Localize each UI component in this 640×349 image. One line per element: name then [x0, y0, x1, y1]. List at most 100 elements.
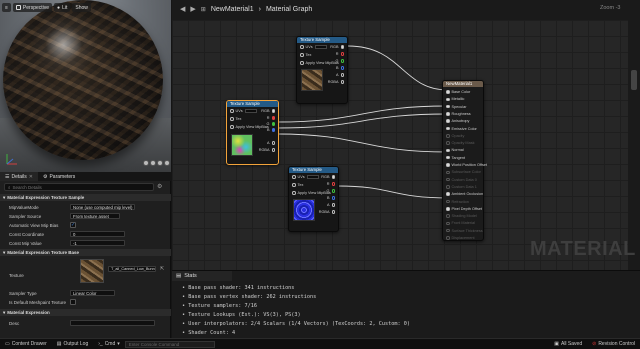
result-pin[interactable]: Subsurface Color	[446, 170, 481, 174]
result-pin[interactable]: Custom Data 0	[446, 178, 477, 182]
scroll-thumb[interactable]	[631, 70, 637, 90]
pin-rgb[interactable]: RGB	[330, 45, 344, 49]
sampler-type-dropdown[interactable]: Linear Color	[70, 290, 115, 296]
result-pin[interactable]: Roughness	[446, 112, 471, 116]
uv-input[interactable]	[244, 109, 257, 113]
pin-tex[interactable]: Tex	[292, 183, 303, 187]
pin-r[interactable]: R	[327, 182, 335, 186]
pin-b[interactable]: B	[267, 128, 275, 132]
pin-apply-mip[interactable]: Apply View MipBias	[230, 125, 269, 129]
pin-rgba[interactable]: RGBA	[319, 210, 335, 214]
section-material-expression[interactable]: ▾ Material Expression	[0, 309, 171, 316]
result-pin[interactable]: Opacity	[446, 134, 464, 138]
result-pin[interactable]: Custom Data 1	[446, 185, 477, 189]
material-result-node[interactable]: NewMaterial1 Base Color Metallic Specular R…	[442, 80, 487, 241]
material-preview-viewport[interactable]: ≡ Perspective ● Lit Show	[0, 0, 171, 172]
browse-icon[interactable]: ⇱	[160, 266, 164, 272]
plane-shape-button[interactable]	[157, 160, 163, 166]
pin-dot	[230, 117, 234, 121]
default-meshpaint-checkbox[interactable]	[70, 299, 76, 305]
const-mip-value-input[interactable]: -1	[70, 240, 125, 246]
pin-label: RGB	[330, 45, 339, 49]
pin-b[interactable]: B	[327, 196, 335, 200]
pin-rgba[interactable]: RGBA	[259, 148, 275, 152]
sampler-source-dropdown[interactable]: From texture asset	[70, 213, 120, 219]
viewport-menu-button[interactable]: ≡	[2, 3, 11, 12]
lit-button[interactable]: ● Lit	[54, 3, 71, 12]
pin-g[interactable]: G	[327, 189, 335, 193]
pin-rgba[interactable]: RGBA	[328, 80, 344, 84]
back-arrow-icon[interactable]: ◀	[180, 5, 185, 13]
content-drawer-button[interactable]: ▭ Content Drawer	[0, 339, 52, 349]
result-pin[interactable]: Front Material	[446, 221, 475, 225]
section-texture-base[interactable]: ▾ Material Expression Texture Base	[0, 249, 171, 256]
pin-tex[interactable]: Tex	[230, 117, 241, 121]
texture-sample-node-top[interactable]: Texture Sample UVs Tex Apply View MipBia…	[296, 36, 348, 104]
result-pin[interactable]: Specular	[446, 105, 467, 109]
result-pin[interactable]: Refraction	[446, 200, 469, 204]
pin-rgb[interactable]: RGB	[321, 175, 335, 179]
texture-asset-picker[interactable]: T_all_Canned_Low_Bunnes_D	[108, 266, 156, 272]
tab-details[interactable]: ☰ Details ✕	[0, 172, 38, 181]
pin-uvs[interactable]: UVs	[292, 175, 319, 179]
pin-g[interactable]: G	[336, 59, 344, 63]
pin-tex[interactable]: Tex	[300, 53, 311, 57]
output-log-button[interactable]: ▤ Output Log	[52, 339, 93, 349]
result-pin[interactable]: Normal	[446, 148, 464, 152]
material-graph-canvas[interactable]: Texture Sample UVs Tex Apply View MipBia…	[172, 20, 628, 270]
pin-r[interactable]: R	[267, 116, 275, 120]
close-icon[interactable]: ✕	[29, 174, 33, 180]
details-search-input[interactable]: ⌕ Search Details	[4, 183, 154, 191]
texture-sample-node-bottom[interactable]: Texture Sample UVs Tex Apply View MipBia…	[288, 166, 339, 232]
settings-gear-icon[interactable]: ⚙	[157, 183, 162, 190]
result-pin[interactable]: Opacity Mask	[446, 141, 475, 145]
revision-control-button[interactable]: ⊘ Revision Control	[587, 339, 640, 349]
texture-sample-node-selected[interactable]: Texture Sample UVs Tex Apply View MipBia…	[226, 100, 279, 165]
forward-arrow-icon[interactable]: ▶	[190, 5, 195, 13]
breadcrumb-root[interactable]: NewMaterial1	[211, 6, 254, 13]
pin-r[interactable]: R	[336, 52, 344, 56]
result-pin[interactable]: World Position Offset	[446, 163, 487, 167]
pin-uvs[interactable]: UVs	[300, 45, 327, 49]
pin-a[interactable]: A	[267, 141, 275, 145]
texture-thumbnail[interactable]	[80, 259, 104, 283]
mipvaluemode-dropdown[interactable]: None (use computed mip level)	[70, 204, 135, 210]
result-pin[interactable]: Shading Model	[446, 214, 477, 218]
result-pin[interactable]: Base Color	[446, 90, 470, 94]
result-pin[interactable]: Metallic	[446, 97, 464, 101]
pin-a[interactable]: A	[327, 203, 335, 207]
perspective-button[interactable]: Perspective	[12, 3, 53, 12]
pin-rgb[interactable]: RGB	[261, 109, 275, 113]
sphere-shape-button[interactable]	[150, 160, 156, 166]
pin-g[interactable]: G	[267, 122, 275, 126]
desc-input[interactable]	[70, 320, 155, 326]
graph-vertical-scrollbar[interactable]	[628, 20, 640, 270]
cube-shape-button[interactable]	[164, 160, 170, 166]
all-saved-button[interactable]: ▣ All Saved	[549, 339, 587, 349]
uv-input[interactable]	[314, 45, 327, 49]
result-pin[interactable]: Displacement	[446, 236, 475, 240]
result-pin[interactable]: Surface Thickness	[446, 229, 483, 233]
pin-apply-mip[interactable]: Apply View MipBias	[292, 191, 331, 195]
const-coordinate-input[interactable]: 0	[70, 231, 125, 237]
result-pin[interactable]: Pixel Depth Offset	[446, 207, 482, 211]
pin-uvs[interactable]: UVs	[230, 109, 257, 113]
tab-parameters[interactable]: ⚙ Parameters	[38, 172, 80, 181]
pin-b[interactable]: B	[336, 66, 344, 70]
result-pin[interactable]: Ambient Occlusion	[446, 192, 483, 196]
pin-a[interactable]: A	[336, 73, 344, 77]
graph-watermark: MATERIAL	[530, 238, 636, 260]
breadcrumb-leaf[interactable]: Material Graph	[266, 6, 312, 13]
tab-stats[interactable]: ▤ Stats	[172, 271, 232, 281]
section-texture-sample[interactable]: ▾ Material Expression Texture Sample	[0, 194, 171, 201]
uv-input[interactable]	[306, 175, 319, 179]
result-pin[interactable]: Emissive Color	[446, 127, 477, 131]
view-mip-bias-checkbox[interactable]: ✓	[70, 222, 76, 228]
console-command-input[interactable]: Enter Console Command	[124, 340, 215, 348]
pin-apply-mip[interactable]: Apply View MipBias	[300, 61, 339, 65]
cylinder-shape-button[interactable]	[143, 160, 149, 166]
result-pin[interactable]: Anisotropy	[446, 119, 469, 123]
cmd-selector[interactable]: ›_ Cmd ▾	[93, 339, 125, 349]
result-pin[interactable]: Tangent	[446, 156, 465, 160]
show-button[interactable]: Show	[72, 3, 91, 12]
